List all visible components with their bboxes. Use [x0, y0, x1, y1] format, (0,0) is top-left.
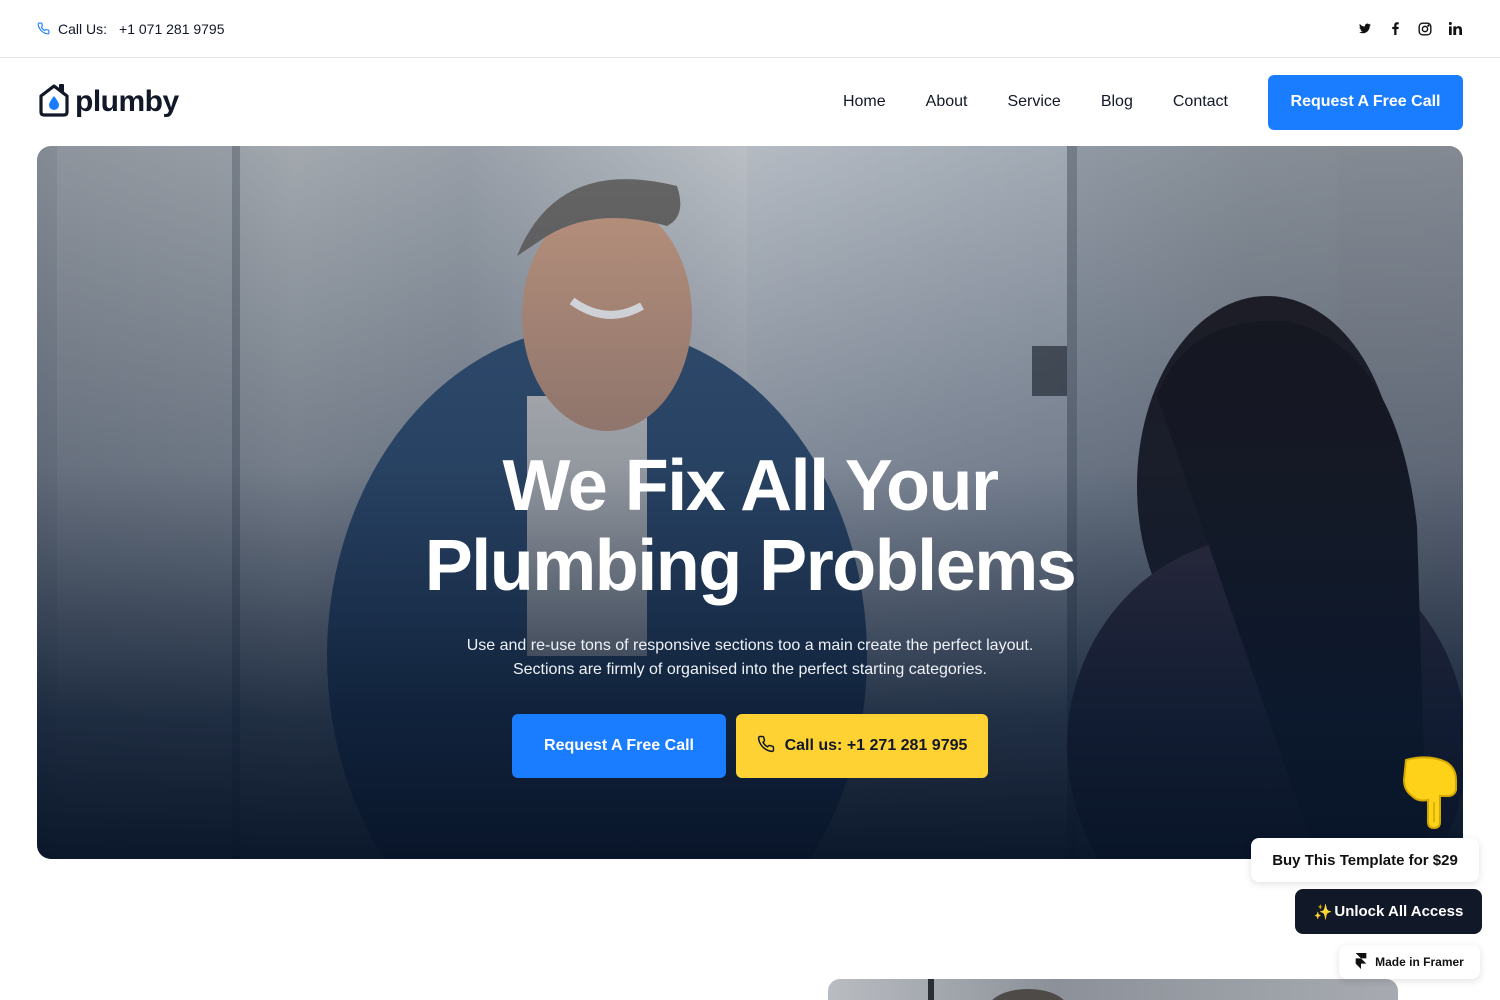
hero-subtitle-line-2: Sections are firmly of organised into th… — [512, 661, 987, 678]
buy-template-button[interactable]: Buy This Template for $29 — [1251, 838, 1479, 882]
unlock-all-access-button[interactable]: ✨ Unlock All Access — [1295, 889, 1482, 934]
top-phone-number[interactable]: +1 071 281 9795 — [119, 21, 225, 37]
main-header: plumby Home About Service Blog Contact R… — [0, 59, 1500, 145]
next-section-photo — [928, 979, 1064, 1000]
framer-logo-icon — [1355, 952, 1367, 972]
twitter-icon[interactable] — [1357, 21, 1373, 37]
house-drop-logo-icon — [37, 82, 71, 123]
logo-text: plumby — [75, 85, 179, 118]
hero-title-line-2: Plumbing Problems — [424, 526, 1077, 606]
nav-about[interactable]: About — [926, 93, 968, 111]
made-in-framer-badge[interactable]: Made in Framer — [1339, 945, 1480, 979]
request-free-call-hero-button[interactable]: Request A Free Call — [512, 714, 726, 778]
hero-title-line-1: We Fix All Your — [502, 446, 999, 526]
nav-blog[interactable]: Blog — [1101, 93, 1133, 111]
top-call-info[interactable]: Call Us: +1 071 281 9795 — [37, 21, 225, 37]
hero-title: We Fix All Your Plumbing Problems — [37, 446, 1463, 606]
call-us-button[interactable]: Call us: +1 271 281 9795 — [736, 714, 988, 778]
facebook-icon[interactable] — [1387, 21, 1403, 37]
unlock-all-access-label: Unlock All Access — [1334, 903, 1464, 920]
top-bar: Call Us: +1 071 281 9795 — [0, 0, 1500, 58]
sparkles-icon: ✨ — [1313, 903, 1333, 921]
phone-icon — [757, 735, 775, 758]
nav-home[interactable]: Home — [843, 93, 886, 111]
call-us-button-label: Call us: +1 271 281 9795 — [784, 737, 968, 754]
hero-subtitle-line-1: Use and re-use tons of responsive sectio… — [466, 637, 1034, 654]
logo[interactable]: plumby — [37, 82, 179, 123]
nav-contact[interactable]: Contact — [1173, 93, 1228, 111]
linkedin-icon[interactable] — [1447, 21, 1463, 37]
social-links — [1357, 21, 1463, 37]
made-in-framer-label: Made in Framer — [1375, 955, 1464, 969]
request-free-call-header-button[interactable]: Request A Free Call — [1268, 74, 1463, 130]
pointing-hand-icon — [1398, 756, 1460, 835]
next-section-image — [828, 979, 1398, 1000]
instagram-icon[interactable] — [1417, 21, 1433, 37]
hero-content: We Fix All Your Plumbing Problems Use an… — [37, 446, 1463, 778]
main-nav: Home About Service Blog Contact Request … — [803, 74, 1463, 130]
nav-service[interactable]: Service — [1007, 93, 1060, 111]
hero-buttons: Request A Free Call Call us: +1 271 281 … — [37, 714, 1463, 778]
hero-section: We Fix All Your Plumbing Problems Use an… — [37, 146, 1463, 859]
call-us-label: Call Us: — [58, 20, 108, 37]
phone-icon — [37, 22, 50, 35]
hero-subtitle: Use and re-use tons of responsive sectio… — [37, 634, 1463, 682]
